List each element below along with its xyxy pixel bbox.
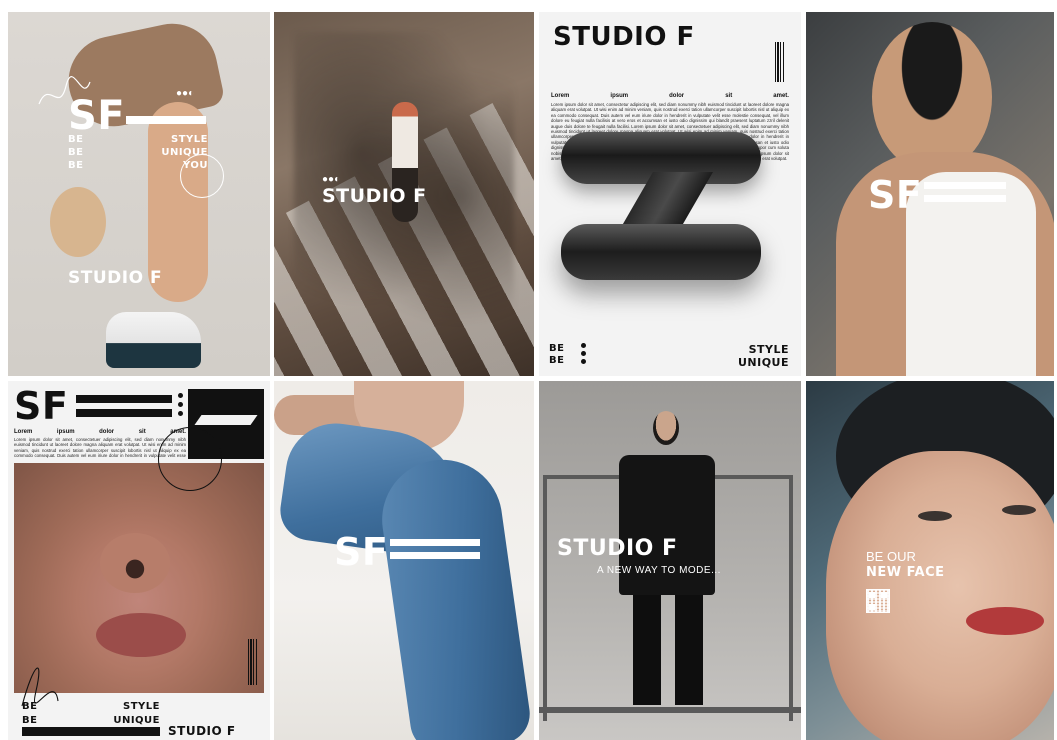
- eye-shape: [1002, 505, 1036, 515]
- boots-shape: [633, 595, 703, 705]
- studio-f-wordmark: STUDIO F: [168, 724, 236, 738]
- new-face-text: NEW FACE: [866, 565, 945, 580]
- be-word: BE: [68, 147, 84, 158]
- dots-icon: ●●◐: [322, 174, 341, 185]
- poster-3-typographic: STUDIO F Lorem ipsum dolor sit amet. Lor…: [539, 12, 801, 376]
- poster-7-clothing-rack: STUDIO F A NEW WAY TO MODE...: [539, 381, 801, 740]
- sf-logo-bar: [390, 552, 480, 559]
- heading-word: ipsum: [56, 429, 75, 435]
- sf-logo-bar: [76, 409, 172, 417]
- studio-f-wordmark: STUDIO F: [322, 185, 427, 207]
- heading-word: dolor: [99, 429, 115, 435]
- black-bar: [22, 727, 160, 736]
- studio-f-wordmark: STUDIO F: [557, 536, 678, 561]
- barcode-icon: [775, 42, 785, 82]
- sf-logo-bar: [924, 195, 1006, 202]
- nose-shape: [100, 533, 170, 593]
- lorem-heading: Lorem ipsum dolor sit amet.: [14, 429, 186, 435]
- dots-icon: [581, 343, 586, 367]
- eye-shape: [918, 511, 952, 521]
- model-face-shape: [826, 451, 1054, 740]
- sneakers-shape: [106, 312, 201, 368]
- style-word: STYLE: [171, 134, 208, 145]
- sf-logo-bar: [126, 116, 206, 124]
- words-column: STYLE UNIQUE: [738, 343, 789, 369]
- model-head-shape: [653, 411, 679, 445]
- qr-code-icon[interactable]: [866, 589, 890, 613]
- poster-8-new-face: BE OUR NEW FACE: [806, 381, 1054, 740]
- sf-logo: SF: [334, 530, 389, 574]
- be-column: BE BE: [549, 343, 564, 367]
- studio-f-wordmark: STUDIO F: [68, 268, 163, 288]
- be-word: BE: [549, 355, 565, 366]
- poster-2-street-crossing: ●●◐ STUDIO F: [274, 12, 534, 376]
- lorem-heading: Lorem ipsum dolor sit amet.: [551, 93, 789, 99]
- sf-logo: SF: [68, 93, 126, 139]
- unique-word: UNIQUE: [113, 715, 160, 726]
- be-our-text: BE OUR: [866, 549, 916, 564]
- lips-shape: [966, 607, 1044, 635]
- studio-f-title: STUDIO F: [553, 22, 695, 52]
- be-word: BE: [68, 160, 84, 171]
- rack-base: [539, 707, 801, 713]
- heading-word: sit: [138, 429, 146, 435]
- lips-shape: [96, 613, 186, 657]
- heading-word: ipsum: [610, 93, 629, 99]
- sf-logo-bar: [924, 182, 1006, 189]
- poster-1-bending-model: SF ●●◐ BE BE BE STYLE UNIQUE YOU STUDIO …: [8, 12, 270, 376]
- be-word: BE: [22, 715, 38, 726]
- heading-word: Lorem: [14, 429, 33, 435]
- heading-word: sit: [725, 93, 733, 99]
- be-word: BE: [22, 701, 38, 712]
- poster-5-closeup-face: SF Lorem ipsum dolor sit amet. Lorem ips…: [8, 381, 270, 740]
- sf-logo: SF: [14, 384, 69, 428]
- be-word: BE: [549, 343, 565, 354]
- model-head-shape: [872, 22, 992, 172]
- denim-jeans-shape: [276, 417, 534, 740]
- dots-icon: [178, 393, 183, 416]
- style-word: STYLE: [748, 343, 789, 356]
- sf-logo: SF: [868, 173, 923, 217]
- be-word: BE: [68, 134, 84, 145]
- model-head-shape: [50, 187, 106, 257]
- words-column: STYLE UNIQUE: [108, 700, 160, 728]
- dots-icon: ●●◐: [176, 88, 195, 99]
- be-column: BE BE BE: [68, 133, 83, 172]
- circle-outline-icon: [158, 427, 222, 491]
- style-word: STYLE: [123, 701, 160, 712]
- barcode-icon: [248, 639, 258, 685]
- tagline: A NEW WAY TO MODE...: [597, 565, 721, 576]
- be-column: BE BE: [22, 700, 37, 728]
- sf-logo-bar: [76, 395, 172, 403]
- heading-word: dolor: [669, 93, 685, 99]
- heading-word: amet.: [773, 93, 789, 99]
- sf-logo-bar: [390, 539, 480, 546]
- poster-6-denim: SF: [274, 381, 534, 740]
- tank-top-shape: [906, 172, 1036, 376]
- unique-word: UNIQUE: [737, 356, 789, 369]
- 3d-logo-mark-icon: [557, 132, 767, 302]
- circle-outline-icon: [180, 154, 224, 198]
- heading-word: Lorem: [551, 93, 570, 99]
- poster-4-tank-top-portrait: SF: [806, 12, 1054, 376]
